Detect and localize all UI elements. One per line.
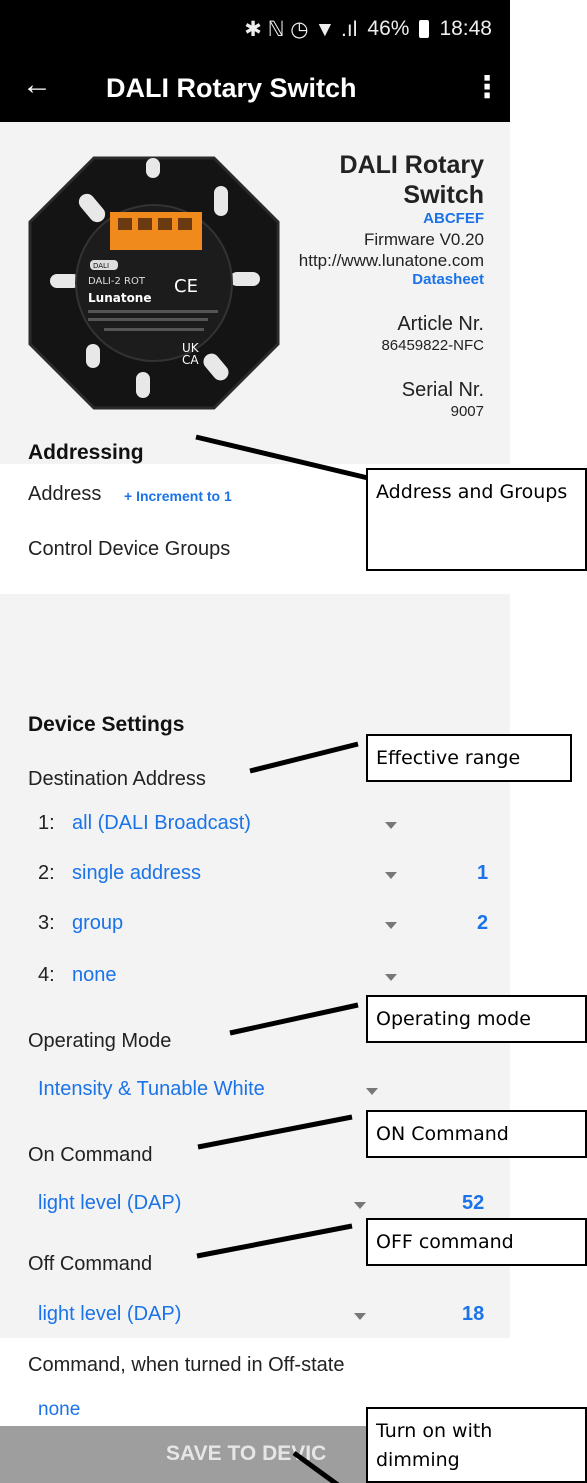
callout-on: ON Command [366,1110,587,1158]
callout-mode: Operating mode [366,995,587,1043]
dimming-pointer [292,1450,340,1483]
callout-range: Effective range [366,734,572,782]
callout-dimming: Turn on with dimming [366,1407,587,1483]
addressing-pointer [195,434,369,481]
on-pointer [197,1114,353,1150]
callout-off: OFF command [366,1218,587,1266]
callout-addressing: Address and Groups [366,468,587,571]
off-pointer [196,1223,353,1259]
range-pointer [249,741,359,774]
mode-pointer [229,1002,359,1036]
